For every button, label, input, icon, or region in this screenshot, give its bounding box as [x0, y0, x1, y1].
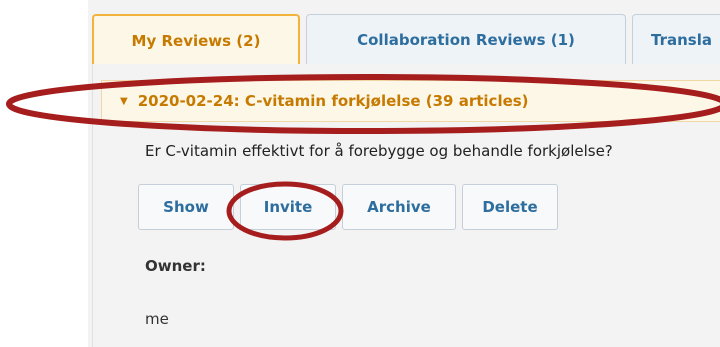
tab-collaboration-reviews[interactable]: Collaboration Reviews (1) [306, 14, 626, 64]
owner-value: me [145, 310, 169, 328]
archive-button[interactable]: Archive [342, 184, 456, 230]
review-title: 2020-02-24: C-vitamin forkjølelse (39 ar… [137, 92, 529, 110]
delete-button[interactable]: Delete [462, 184, 558, 230]
tab-translations[interactable]: Transla [632, 14, 720, 64]
show-button[interactable]: Show [138, 184, 234, 230]
caret-down-icon: ▼ [120, 95, 128, 107]
tab-my-reviews[interactable]: My Reviews (2) [92, 14, 300, 66]
review-header[interactable]: ▼ 2020-02-24: C-vitamin forkjølelse (39 … [101, 80, 720, 122]
invite-button[interactable]: Invite [240, 184, 336, 230]
owner-label: Owner: [145, 257, 206, 275]
review-question: Er C-vitamin effektivt for å forebygge o… [145, 142, 613, 160]
